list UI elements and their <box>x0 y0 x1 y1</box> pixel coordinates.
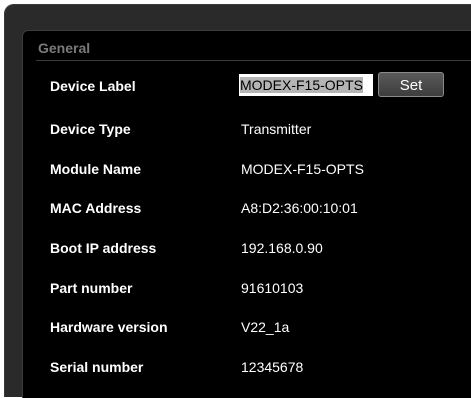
serial-number-value: 12345678 <box>241 359 304 375</box>
mac-address-label: MAC Address <box>50 200 142 216</box>
device-label-input-value: MODEX-F15-OPTS <box>240 77 363 93</box>
hardware-version-value: V22_1a <box>241 319 290 335</box>
serial-number-label: Serial number <box>50 359 144 375</box>
device-label-input[interactable]: MODEX-F15-OPTS <box>239 74 373 96</box>
device-type-label: Device Type <box>50 121 131 137</box>
set-button[interactable]: Set <box>378 72 444 97</box>
section-divider <box>36 60 471 61</box>
mac-address-value: A8:D2:36:00:10:01 <box>241 200 358 216</box>
boot-ip-value: 192.168.0.90 <box>241 240 323 256</box>
hardware-version-label: Hardware version <box>50 319 168 335</box>
module-name-value: MODEX-F15-OPTS <box>241 161 364 177</box>
section-title: General <box>38 40 91 56</box>
boot-ip-label: Boot IP address <box>50 240 157 256</box>
part-number-value: 91610103 <box>241 280 304 296</box>
page-background: General Device Label MODEX-F15-OPTS Set … <box>0 0 471 398</box>
device-type-value: Transmitter <box>241 121 312 137</box>
part-number-label: Part number <box>50 280 133 296</box>
module-name-label: Module Name <box>50 161 142 177</box>
device-label-label: Device Label <box>50 78 136 94</box>
